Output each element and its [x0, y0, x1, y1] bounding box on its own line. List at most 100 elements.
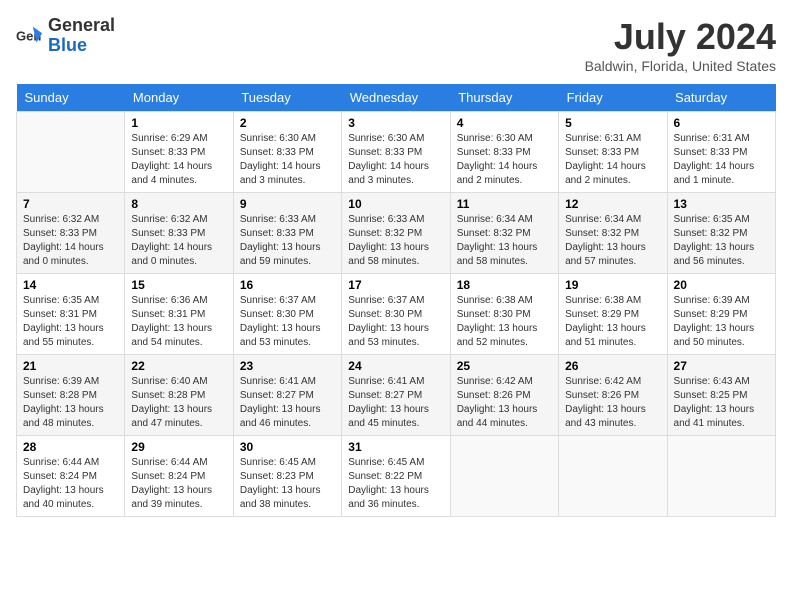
calendar-cell: 7 Sunrise: 6:32 AM Sunset: 8:33 PM Daylig… [17, 193, 125, 274]
calendar-cell: 31Sunrise: 6:45 AM Sunset: 8:22 PM Dayli… [342, 436, 450, 517]
day-info: Sunrise: 6:44 AM Sunset: 8:24 PM Dayligh… [131, 456, 226, 512]
day-info: Sunrise: 6:37 AM Sunset: 8:30 PM Dayligh… [348, 294, 443, 350]
logo: Gen General Blue [16, 16, 115, 56]
calendar-cell [17, 112, 125, 193]
day-number: 25 [457, 359, 552, 373]
column-header-tuesday: Tuesday [233, 84, 341, 112]
calendar-cell: 27 Sunrise: 6:43 AM Sunset: 8:25 PM Dayli… [667, 355, 775, 436]
calendar-cell: 5 Sunrise: 6:31 AM Sunset: 8:33 PM Daylig… [559, 112, 667, 193]
day-info: Sunrise: 6:29 AM Sunset: 8:33 PM Dayligh… [131, 132, 226, 188]
calendar-cell: 18Sunrise: 6:38 AM Sunset: 8:30 PM Dayli… [450, 274, 558, 355]
calendar-cell: 22 Sunrise: 6:40 AM Sunset: 8:28 PM Dayli… [125, 355, 233, 436]
day-number: 19 [565, 278, 660, 292]
logo-text-general: General [48, 16, 115, 36]
calendar-cell: 26 Sunrise: 6:42 AM Sunset: 8:26 PM Dayli… [559, 355, 667, 436]
calendar-cell: 30 Sunrise: 6:45 AM Sunset: 8:23 PM Dayli… [233, 436, 341, 517]
calendar-cell [450, 436, 558, 517]
calendar-cell: 6 Sunrise: 6:31 AM Sunset: 8:33 PM Daylig… [667, 112, 775, 193]
day-info: Sunrise: 6:39 AM Sunset: 8:29 PM Dayligh… [674, 294, 769, 350]
calendar-cell: 29 Sunrise: 6:44 AM Sunset: 8:24 PM Dayli… [125, 436, 233, 517]
day-info: Sunrise: 6:41 AM Sunset: 8:27 PM Dayligh… [348, 375, 443, 431]
day-number: 7 [23, 197, 118, 211]
day-info: Sunrise: 6:33 AM Sunset: 8:32 PM Dayligh… [348, 213, 443, 269]
day-number: 29 [131, 440, 226, 454]
day-info: Sunrise: 6:32 AM Sunset: 8:33 PM Dayligh… [131, 213, 226, 269]
day-info: Sunrise: 6:37 AM Sunset: 8:30 PM Dayligh… [240, 294, 335, 350]
calendar-cell: 19 Sunrise: 6:38 AM Sunset: 8:29 PM Dayli… [559, 274, 667, 355]
logo-icon: Gen [16, 22, 44, 50]
day-number: 22 [131, 359, 226, 373]
column-header-saturday: Saturday [667, 84, 775, 112]
column-header-monday: Monday [125, 84, 233, 112]
day-info: Sunrise: 6:30 AM Sunset: 8:33 PM Dayligh… [240, 132, 335, 188]
column-header-sunday: Sunday [17, 84, 125, 112]
day-number: 24 [348, 359, 443, 373]
logo-text-blue: Blue [48, 36, 115, 56]
day-info: Sunrise: 6:34 AM Sunset: 8:32 PM Dayligh… [565, 213, 660, 269]
day-number: 6 [674, 116, 769, 130]
day-info: Sunrise: 6:31 AM Sunset: 8:33 PM Dayligh… [565, 132, 660, 188]
calendar-cell: 21 Sunrise: 6:39 AM Sunset: 8:28 PM Dayli… [17, 355, 125, 436]
calendar-cell: 14Sunrise: 6:35 AM Sunset: 8:31 PM Dayli… [17, 274, 125, 355]
calendar-week-3: 14Sunrise: 6:35 AM Sunset: 8:31 PM Dayli… [17, 274, 776, 355]
day-number: 27 [674, 359, 769, 373]
day-info: Sunrise: 6:38 AM Sunset: 8:29 PM Dayligh… [565, 294, 660, 350]
day-number: 9 [240, 197, 335, 211]
day-number: 16 [240, 278, 335, 292]
day-number: 15 [131, 278, 226, 292]
calendar-cell [667, 436, 775, 517]
day-number: 10 [348, 197, 443, 211]
day-number: 3 [348, 116, 443, 130]
day-info: Sunrise: 6:43 AM Sunset: 8:25 PM Dayligh… [674, 375, 769, 431]
calendar-cell: 9 Sunrise: 6:33 AM Sunset: 8:33 PM Daylig… [233, 193, 341, 274]
calendar-cell: 1Sunrise: 6:29 AM Sunset: 8:33 PM Daylig… [125, 112, 233, 193]
calendar-cell: 25 Sunrise: 6:42 AM Sunset: 8:26 PM Dayli… [450, 355, 558, 436]
day-info: Sunrise: 6:33 AM Sunset: 8:33 PM Dayligh… [240, 213, 335, 269]
day-info: Sunrise: 6:32 AM Sunset: 8:33 PM Dayligh… [23, 213, 118, 269]
calendar-week-1: 1Sunrise: 6:29 AM Sunset: 8:33 PM Daylig… [17, 112, 776, 193]
day-info: Sunrise: 6:44 AM Sunset: 8:24 PM Dayligh… [23, 456, 118, 512]
day-number: 14 [23, 278, 118, 292]
day-info: Sunrise: 6:35 AM Sunset: 8:32 PM Dayligh… [674, 213, 769, 269]
day-info: Sunrise: 6:38 AM Sunset: 8:30 PM Dayligh… [457, 294, 552, 350]
day-number: 30 [240, 440, 335, 454]
calendar-cell: 2 Sunrise: 6:30 AM Sunset: 8:33 PM Daylig… [233, 112, 341, 193]
day-info: Sunrise: 6:45 AM Sunset: 8:23 PM Dayligh… [240, 456, 335, 512]
page-header: Gen General Blue July 2024 Baldwin, Flor… [16, 16, 776, 74]
calendar-cell: 15 Sunrise: 6:36 AM Sunset: 8:31 PM Dayli… [125, 274, 233, 355]
calendar-cell: 8 Sunrise: 6:32 AM Sunset: 8:33 PM Daylig… [125, 193, 233, 274]
day-info: Sunrise: 6:42 AM Sunset: 8:26 PM Dayligh… [565, 375, 660, 431]
calendar-cell: 28Sunrise: 6:44 AM Sunset: 8:24 PM Dayli… [17, 436, 125, 517]
day-info: Sunrise: 6:34 AM Sunset: 8:32 PM Dayligh… [457, 213, 552, 269]
day-info: Sunrise: 6:36 AM Sunset: 8:31 PM Dayligh… [131, 294, 226, 350]
day-info: Sunrise: 6:40 AM Sunset: 8:28 PM Dayligh… [131, 375, 226, 431]
column-headers: SundayMondayTuesdayWednesdayThursdayFrid… [17, 84, 776, 112]
day-number: 26 [565, 359, 660, 373]
day-number: 2 [240, 116, 335, 130]
calendar-week-4: 21 Sunrise: 6:39 AM Sunset: 8:28 PM Dayli… [17, 355, 776, 436]
calendar-table: SundayMondayTuesdayWednesdayThursdayFrid… [16, 84, 776, 517]
day-number: 12 [565, 197, 660, 211]
day-info: Sunrise: 6:30 AM Sunset: 8:33 PM Dayligh… [348, 132, 443, 188]
day-number: 8 [131, 197, 226, 211]
day-number: 11 [457, 197, 552, 211]
day-number: 20 [674, 278, 769, 292]
calendar-cell: 11 Sunrise: 6:34 AM Sunset: 8:32 PM Dayli… [450, 193, 558, 274]
day-number: 13 [674, 197, 769, 211]
calendar-week-5: 28Sunrise: 6:44 AM Sunset: 8:24 PM Dayli… [17, 436, 776, 517]
location-subtitle: Baldwin, Florida, United States [585, 58, 776, 74]
calendar-cell: 10 Sunrise: 6:33 AM Sunset: 8:32 PM Dayli… [342, 193, 450, 274]
day-info: Sunrise: 6:42 AM Sunset: 8:26 PM Dayligh… [457, 375, 552, 431]
day-number: 5 [565, 116, 660, 130]
column-header-friday: Friday [559, 84, 667, 112]
calendar-week-2: 7 Sunrise: 6:32 AM Sunset: 8:33 PM Daylig… [17, 193, 776, 274]
day-number: 31 [348, 440, 443, 454]
calendar-cell: 20 Sunrise: 6:39 AM Sunset: 8:29 PM Dayli… [667, 274, 775, 355]
day-info: Sunrise: 6:31 AM Sunset: 8:33 PM Dayligh… [674, 132, 769, 188]
day-info: Sunrise: 6:39 AM Sunset: 8:28 PM Dayligh… [23, 375, 118, 431]
title-block: July 2024 Baldwin, Florida, United State… [585, 16, 776, 74]
day-info: Sunrise: 6:41 AM Sunset: 8:27 PM Dayligh… [240, 375, 335, 431]
calendar-cell: 4Sunrise: 6:30 AM Sunset: 8:33 PM Daylig… [450, 112, 558, 193]
day-number: 21 [23, 359, 118, 373]
column-header-wednesday: Wednesday [342, 84, 450, 112]
